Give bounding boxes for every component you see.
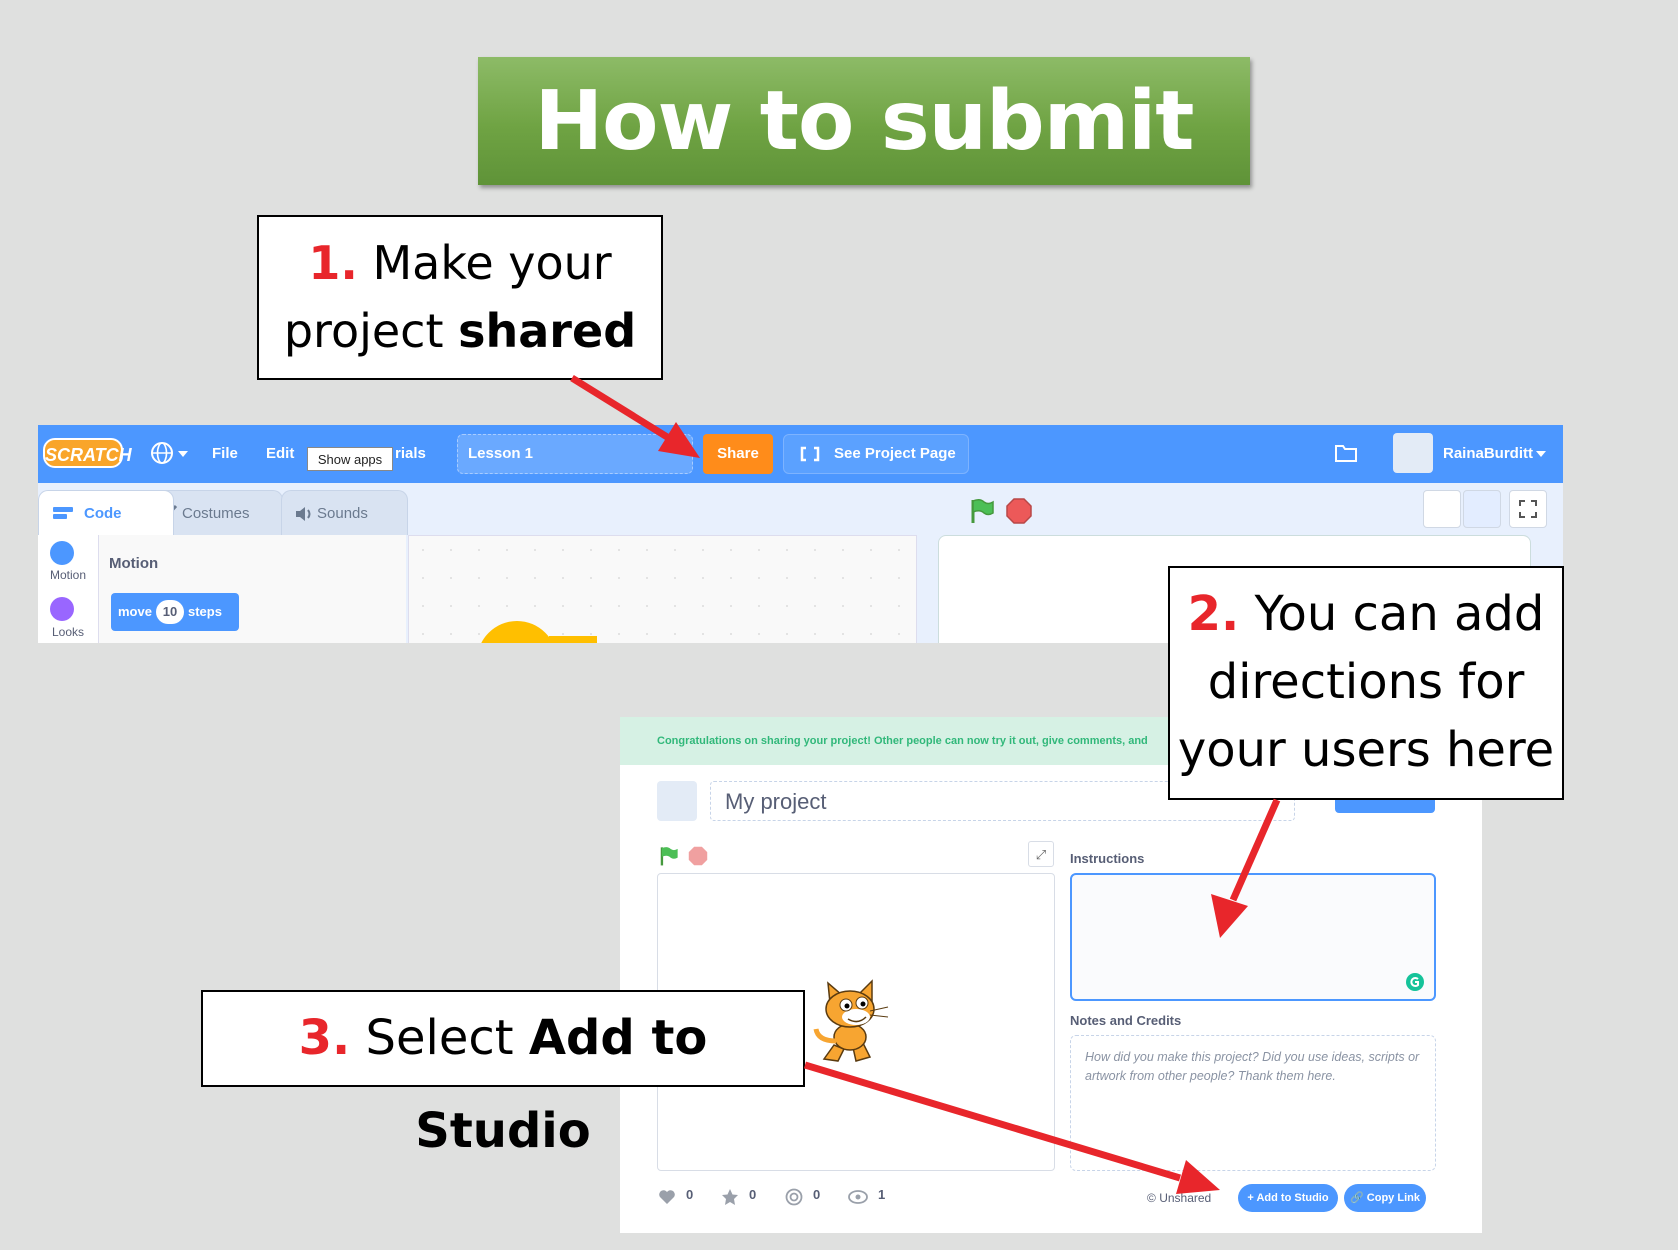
editor-menubar: SCRATCH File Edit rials Show apps Lesson…: [38, 425, 1563, 483]
step-1-number: 1.: [308, 236, 358, 290]
see-project-page-button[interactable]: See Project Page: [783, 434, 969, 474]
step-2-line1: You can add: [1254, 586, 1545, 642]
add-to-studio-label: Add to Studio: [1256, 1192, 1329, 1204]
favorites-count: 0: [749, 1187, 757, 1202]
stop-icon[interactable]: [688, 846, 708, 866]
chevron-down-icon: [1536, 451, 1546, 457]
callout-step-3: 3. Select Add to Studio: [201, 990, 805, 1159]
stop-icon[interactable]: [1006, 498, 1032, 524]
tab-sounds[interactable]: Sounds: [281, 490, 408, 535]
step-1-bold: shared: [458, 304, 637, 358]
see-project-page-label: See Project Page: [834, 445, 956, 462]
instructions-textarea[interactable]: [1070, 873, 1436, 1001]
move-steps-input[interactable]: 10: [155, 600, 184, 624]
share-button[interactable]: Share: [703, 434, 773, 474]
views-count: 1: [878, 1187, 886, 1202]
tab-sounds-label: Sounds: [317, 505, 368, 522]
instructions-label: Instructions: [1070, 851, 1145, 866]
heart-icon[interactable]: [658, 1189, 676, 1205]
eye-icon: [848, 1190, 868, 1204]
step-3-text: Select: [365, 1010, 529, 1066]
move-steps-block[interactable]: move 10 steps: [111, 593, 239, 631]
step-3-number: 3.: [298, 1010, 351, 1066]
avatar[interactable]: [657, 781, 697, 821]
star-icon[interactable]: [721, 1188, 739, 1206]
category-looks-dot[interactable]: [50, 597, 74, 621]
move-block-steps-label: steps: [187, 604, 222, 619]
move-block-label: move: [118, 604, 152, 619]
step-2-number: 2.: [1187, 586, 1240, 642]
see-project-icon: [800, 446, 820, 462]
notes-label: Notes and Credits: [1070, 1013, 1182, 1028]
callout-step-1: 1. Make your project shared: [257, 215, 663, 380]
callout-step-2: 2. You can add directions for your users…: [1168, 566, 1564, 800]
avatar[interactable]: [1393, 433, 1433, 473]
fullscreen-button[interactable]: ⤢: [1028, 841, 1054, 867]
unshared-text: Unshared: [1159, 1191, 1212, 1205]
scratch-cat-sprite[interactable]: [812, 979, 898, 1065]
palette-heading: Motion: [109, 555, 159, 572]
green-flag-icon[interactable]: [658, 845, 680, 867]
fullscreen-button[interactable]: [1509, 490, 1547, 528]
show-apps-tooltip: Show apps: [307, 447, 393, 471]
copy-link-button[interactable]: 🔗 Copy Link: [1344, 1184, 1426, 1212]
category-looks-label[interactable]: Looks: [42, 625, 94, 639]
tab-costumes-label: Costumes: [182, 505, 250, 522]
menu-edit[interactable]: Edit: [266, 445, 294, 462]
fullscreen-icon: [1519, 500, 1537, 518]
remix-icon: [785, 1188, 803, 1206]
speaker-icon: [296, 507, 311, 521]
code-workspace[interactable]: [408, 535, 917, 643]
scratch-logo[interactable]: SCRATCH: [43, 438, 132, 468]
username[interactable]: RainaBurditt: [1443, 445, 1533, 462]
code-icon: [53, 507, 73, 519]
step-2-line2: directions for: [1207, 654, 1525, 710]
tab-code-label: Code: [84, 505, 122, 522]
step-1-line2: project: [283, 304, 459, 358]
large-stage-button[interactable]: [1463, 490, 1501, 528]
menu-file[interactable]: File: [212, 445, 238, 462]
green-flag-icon[interactable]: [968, 497, 996, 525]
remixes-count: 0: [813, 1187, 821, 1202]
step-1-line1: Make your: [372, 236, 612, 290]
block-categories: Motion Looks: [38, 535, 99, 643]
loves-count: 0: [686, 1187, 694, 1202]
chevron-down-icon: [178, 451, 188, 457]
project-title-input[interactable]: Lesson 1: [457, 434, 693, 474]
add-to-studio-button[interactable]: + Add to Studio: [1238, 1184, 1338, 1212]
title-banner: How to submit: [478, 57, 1250, 185]
page-title: How to submit: [534, 73, 1195, 169]
copy-link-label: Copy Link: [1366, 1192, 1420, 1204]
small-stage-button[interactable]: [1423, 490, 1461, 528]
notes-textarea[interactable]: How did you make this project? Did you u…: [1070, 1035, 1436, 1171]
menu-tutorials[interactable]: rials: [395, 445, 426, 462]
category-motion-dot[interactable]: [50, 541, 74, 565]
globe-icon[interactable]: [150, 441, 174, 465]
step-2-line3: your users here: [1177, 722, 1555, 778]
tab-code[interactable]: Code: [38, 490, 174, 535]
category-motion-label[interactable]: Motion: [42, 568, 94, 582]
hat-block-body: [549, 636, 597, 643]
grammarly-icon[interactable]: [1406, 973, 1424, 991]
hat-block[interactable]: [477, 621, 557, 643]
unshared-status: © Unshared: [1147, 1191, 1212, 1205]
folder-icon[interactable]: [1334, 443, 1358, 463]
